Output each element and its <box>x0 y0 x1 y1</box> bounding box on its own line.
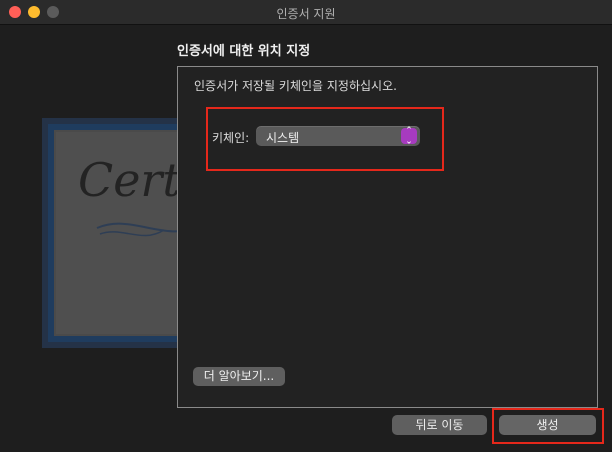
window-title: 인증서 지원 <box>276 7 336 21</box>
learn-more-button[interactable]: 더 알아보기... <box>193 367 285 386</box>
back-button[interactable]: 뒤로 이동 <box>392 415 487 435</box>
keychain-highlight-box <box>206 107 444 171</box>
create-highlight-box <box>492 408 604 444</box>
instruction-text: 인증서가 저장될 키체인을 지정하십시오. <box>194 79 397 93</box>
title-bar: 인증서 지원 <box>0 0 612 25</box>
section-title: 인증서에 대한 위치 지정 <box>177 44 311 59</box>
